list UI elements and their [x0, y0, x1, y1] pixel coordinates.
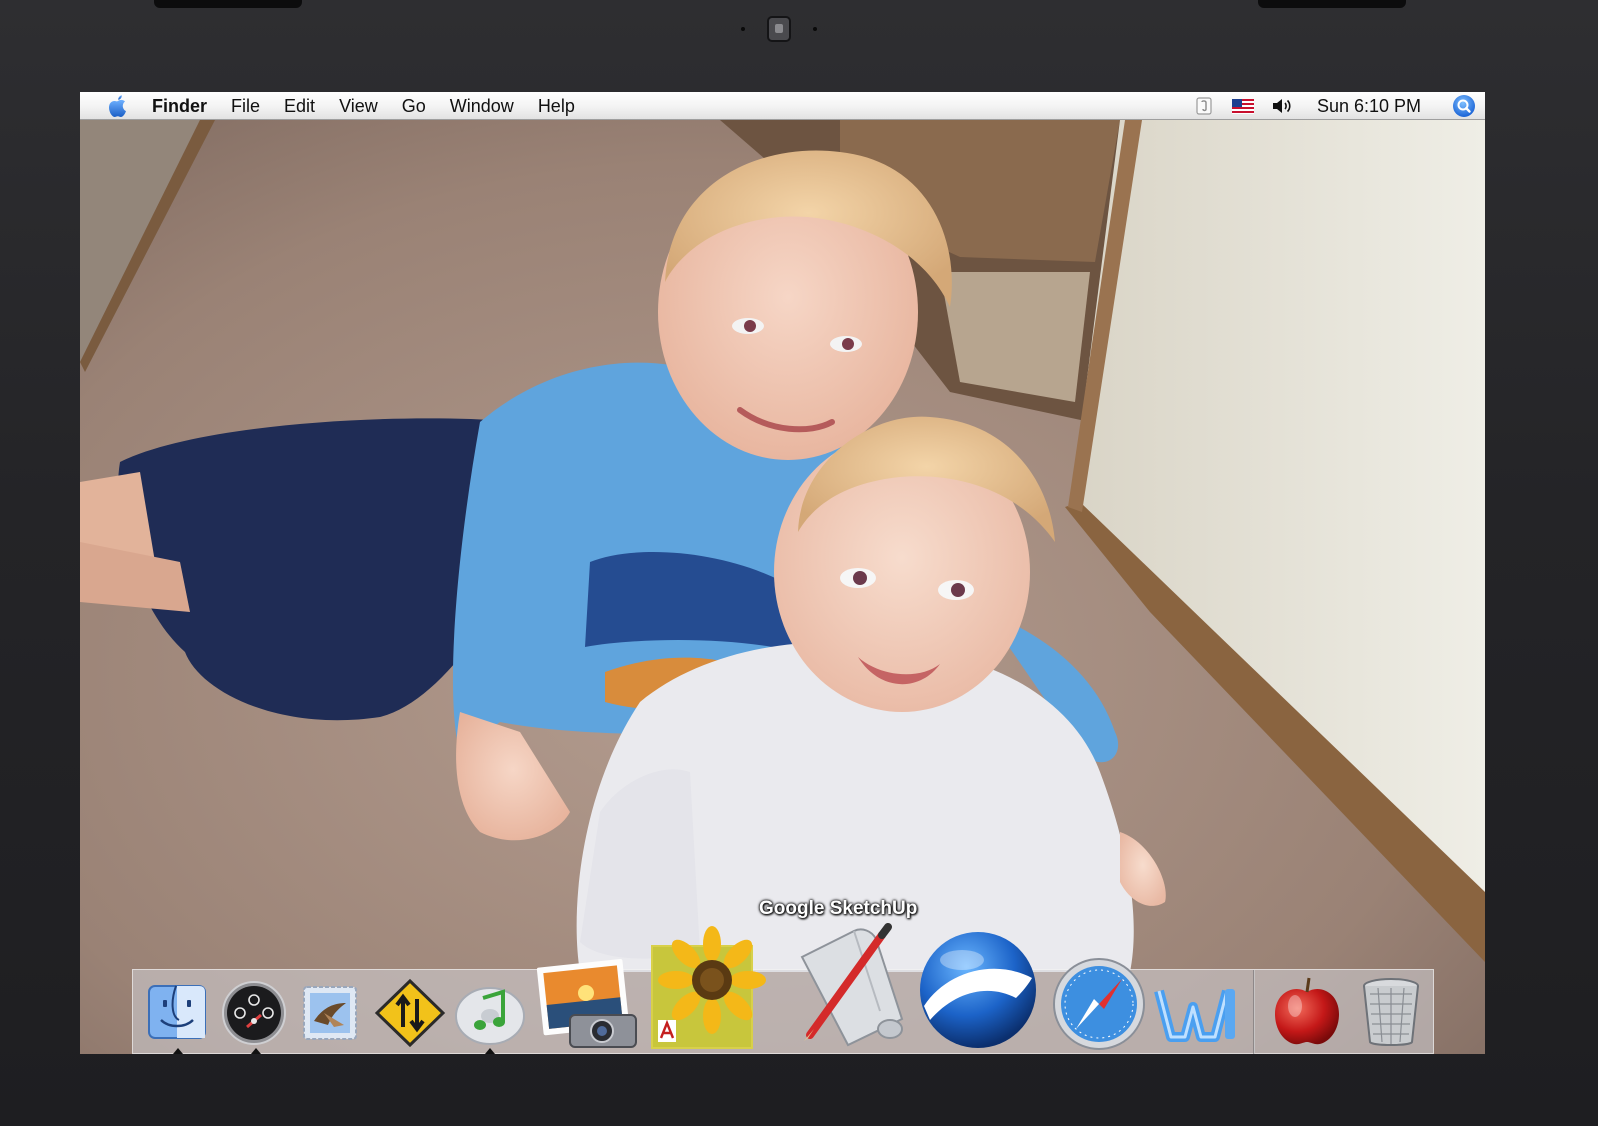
dock-sketchup-icon[interactable]	[783, 916, 913, 1052]
menu-clock[interactable]: Sun 6:10 PM	[1301, 92, 1443, 120]
dock-mail-icon[interactable]	[295, 978, 365, 1048]
itunes-running-indicator	[485, 1048, 495, 1054]
dock-google-earth-icon[interactable]	[915, 928, 1041, 1052]
bezel-hinge-left	[154, 0, 302, 8]
finder-running-indicator	[173, 1048, 183, 1054]
dock-transmit-icon[interactable]	[371, 976, 449, 1050]
dashboard-running-indicator	[251, 1048, 261, 1054]
dock-sunflower-icon[interactable]	[645, 924, 775, 1052]
dock-separator	[1253, 970, 1255, 1054]
screen: Finder File Edit View Go Window Help Sun…	[80, 92, 1485, 1054]
spotlight-icon[interactable]	[1443, 92, 1485, 120]
menu-file[interactable]: File	[219, 92, 272, 120]
menu-help[interactable]: Help	[526, 92, 587, 120]
dock-apple-icon[interactable]	[1269, 972, 1345, 1050]
dock	[132, 923, 1434, 1054]
menu-go[interactable]: Go	[390, 92, 438, 120]
menu-view[interactable]: View	[327, 92, 390, 120]
menu-window[interactable]: Window	[438, 92, 526, 120]
dock-dashboard-icon[interactable]	[219, 978, 289, 1048]
us-flag-input-icon[interactable]	[1223, 92, 1263, 120]
menu-bar: Finder File Edit View Go Window Help Sun…	[80, 92, 1485, 120]
menu-edit[interactable]: Edit	[272, 92, 327, 120]
volume-icon[interactable]	[1263, 92, 1301, 120]
apple-menu-icon[interactable]	[98, 92, 138, 120]
dock-finder-icon[interactable]	[143, 978, 211, 1046]
script-menu-icon[interactable]	[1185, 92, 1223, 120]
isight-camera-icon	[767, 16, 791, 42]
dock-iphoto-icon[interactable]	[533, 956, 643, 1052]
dock-itunes-icon[interactable]	[451, 976, 529, 1050]
camera-sensor-dot	[813, 27, 817, 31]
dock-safari-icon[interactable]	[1051, 956, 1147, 1052]
dock-trash-icon[interactable]	[1357, 974, 1425, 1050]
dock-word-icon[interactable]	[1151, 974, 1241, 1050]
bezel-hinge-right	[1258, 0, 1406, 8]
menu-app-finder[interactable]: Finder	[138, 92, 219, 120]
camera-sensor-dot	[741, 27, 745, 31]
